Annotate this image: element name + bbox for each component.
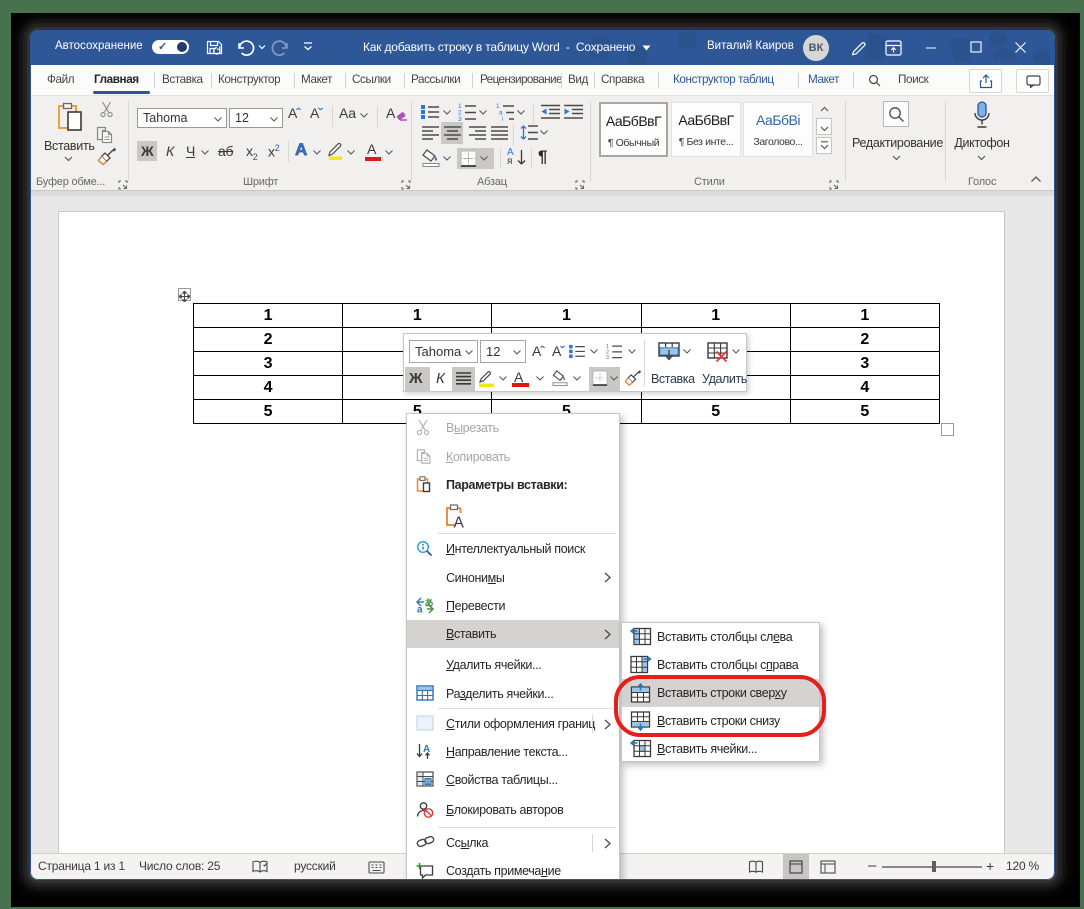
svg-text:3: 3 [606, 355, 609, 359]
svg-text:3: 3 [458, 116, 462, 121]
svg-text:а: а [417, 604, 423, 614]
svg-text:А: А [454, 515, 465, 529]
svg-text:あ: あ [425, 598, 434, 608]
svg-text:i: i [502, 116, 503, 121]
